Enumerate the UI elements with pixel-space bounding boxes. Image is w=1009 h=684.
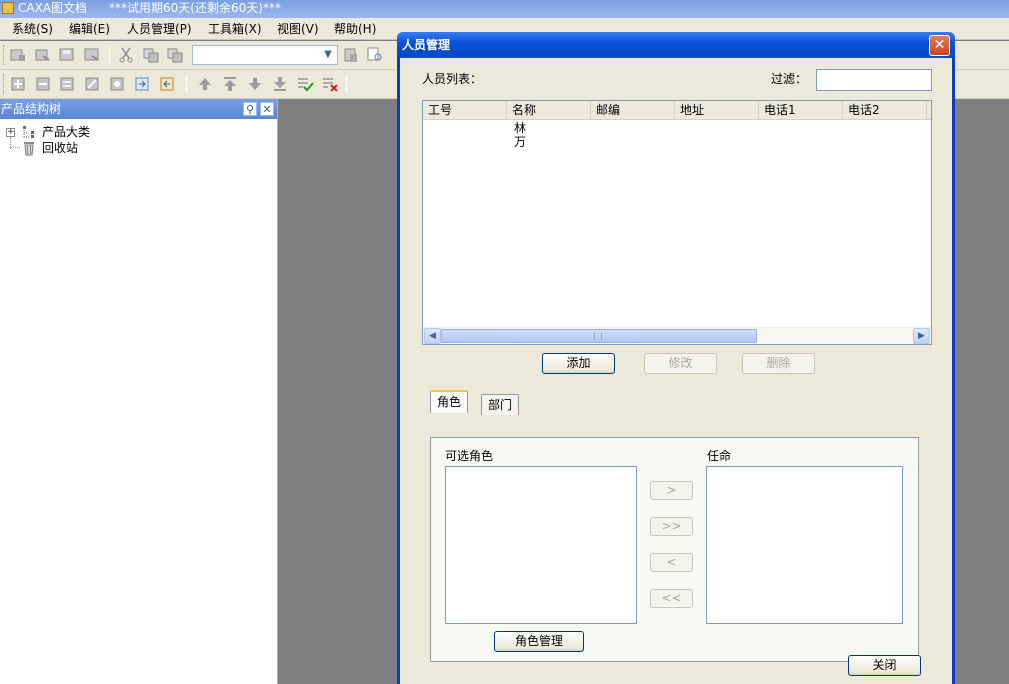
person-list[interactable]: 工号 名称 邮编 地址 电话1 电话2 林 万 ◀ ▶: [422, 100, 932, 345]
tab-department[interactable]: 部门: [481, 394, 520, 415]
move-bottom-icon[interactable]: [271, 75, 289, 93]
unassign-button[interactable]: <: [650, 553, 693, 572]
toolbar-separator: [186, 75, 187, 93]
cell-name: 万: [514, 135, 527, 149]
save-doc-icon[interactable]: [58, 46, 76, 64]
horizontal-scrollbar[interactable]: ◀ ▶: [423, 327, 931, 344]
node-add-icon[interactable]: [9, 75, 27, 93]
dialog-title: 人员管理: [402, 38, 451, 52]
save-as-icon[interactable]: [83, 46, 101, 64]
app-title: CAXA图文档: [18, 1, 88, 15]
person-list-label: 人员列表：: [422, 72, 483, 86]
tree-item-product-category[interactable]: + 产品大类: [0, 124, 120, 140]
tab-role[interactable]: 角色: [430, 390, 469, 413]
tree-panel-header: 产品结构树 ⚲ ✕: [0, 99, 277, 119]
menu-help[interactable]: 帮助(H): [334, 21, 376, 37]
dialog-titlebar[interactable]: 人员管理 ✕: [397, 32, 955, 58]
expand-icon[interactable]: +: [6, 128, 15, 137]
copy-icon[interactable]: [142, 46, 160, 64]
available-roles-label: 可选角色: [445, 449, 494, 463]
move-down-icon[interactable]: [246, 75, 264, 93]
toolbar-separator: [109, 46, 110, 64]
product-tree-panel: 产品结构树 ⚲ ✕ + 产品大类 回收站: [0, 99, 278, 684]
open-doc-icon[interactable]: [34, 46, 52, 64]
personnel-dialog: 人员管理 ✕ 人员列表： 过滤： 工号 名称 邮编 地址 电话1 电话2 林 万: [397, 32, 955, 684]
menu-view[interactable]: 视图(V): [277, 21, 319, 37]
available-roles-list[interactable]: [445, 466, 637, 624]
table-row[interactable]: 林: [423, 122, 931, 136]
column-header-name[interactable]: 名称: [507, 101, 591, 120]
move-top-icon[interactable]: [221, 75, 239, 93]
edit-button[interactable]: 修改: [644, 353, 717, 374]
toolbar-grip[interactable]: [3, 74, 6, 94]
menu-system[interactable]: 系统(S): [12, 21, 53, 37]
menu-toolbox[interactable]: 工具箱(X): [208, 21, 262, 37]
assigned-roles-label: 任命: [707, 449, 732, 463]
column-header-zip[interactable]: 邮编: [591, 101, 675, 120]
filter-input[interactable]: [816, 69, 932, 91]
recycle-bin-icon: [21, 140, 37, 156]
app-titlebar: CAXA图文档 ***试用期60天(还剩余60天)***: [0, 0, 1009, 18]
node-insert-icon[interactable]: [34, 75, 52, 93]
assign-button[interactable]: >: [650, 481, 693, 500]
dialog-body: 人员列表： 过滤： 工号 名称 邮编 地址 电话1 电话2 林 万 ◀ ▶ 添加…: [400, 58, 952, 684]
menu-edit[interactable]: 编辑(E): [69, 21, 110, 37]
role-manage-button[interactable]: 角色管理: [494, 631, 584, 652]
chevron-down-icon[interactable]: ▼: [320, 47, 336, 63]
toolbar-grip[interactable]: [3, 45, 6, 65]
tree-item-label: 回收站: [42, 141, 79, 155]
node-link-icon[interactable]: [108, 75, 126, 93]
scroll-right-icon[interactable]: ▶: [913, 328, 930, 344]
assigned-roles-list[interactable]: [706, 466, 903, 624]
list-header: 工号 名称 邮编 地址 电话1 电话2: [423, 101, 931, 120]
unassign-all-button[interactable]: <<: [650, 589, 693, 608]
pin-icon[interactable]: ⚲: [243, 102, 257, 116]
find-doc-icon[interactable]: [366, 46, 384, 64]
paste-icon[interactable]: [166, 46, 184, 64]
column-header-phone1[interactable]: 电话1: [759, 101, 843, 120]
scrollbar-thumb[interactable]: [441, 329, 757, 343]
filter-label: 过滤：: [771, 72, 808, 86]
table-row[interactable]: 万: [423, 136, 931, 150]
trial-notice: ***试用期60天(还剩余60天)***: [109, 1, 281, 15]
node-export-icon[interactable]: [133, 75, 151, 93]
delete-list-icon[interactable]: [321, 75, 339, 93]
new-doc-icon[interactable]: [9, 46, 27, 64]
category-icon: [22, 125, 36, 139]
cell-name: 林: [514, 121, 527, 135]
clipboard-icon[interactable]: [342, 46, 360, 64]
node-edit-icon[interactable]: [83, 75, 101, 93]
column-header-phone2[interactable]: 电话2: [843, 101, 927, 120]
node-import-icon[interactable]: [158, 75, 176, 93]
dialog-close-button[interactable]: ✕: [929, 35, 950, 56]
add-button[interactable]: 添加: [542, 353, 615, 374]
tree-line: [10, 147, 20, 148]
role-tab-panel: 可选角色 任命 > >> < << 角色管理: [430, 437, 919, 662]
delete-button[interactable]: 删除: [742, 353, 815, 374]
menu-personnel[interactable]: 人员管理(P): [127, 21, 192, 37]
scroll-left-icon[interactable]: ◀: [424, 328, 441, 344]
assign-all-button[interactable]: >>: [650, 517, 693, 536]
toolbar-combo[interactable]: ▼: [192, 45, 338, 65]
cut-icon[interactable]: [117, 46, 135, 64]
column-header-id[interactable]: 工号: [423, 101, 507, 120]
tree-item-recycle-bin[interactable]: 回收站: [0, 140, 120, 156]
toolbar-separator: [346, 75, 347, 93]
app-logo-icon: [2, 2, 14, 14]
tree-panel-title: 产品结构树: [1, 102, 62, 116]
tree-item-label: 产品大类: [42, 124, 91, 140]
check-list-icon[interactable]: [296, 75, 314, 93]
close-icon[interactable]: ✕: [260, 102, 274, 116]
move-up-icon[interactable]: [196, 75, 214, 93]
column-header-address[interactable]: 地址: [675, 101, 759, 120]
node-list-icon[interactable]: [58, 75, 76, 93]
close-button[interactable]: 关闭: [848, 655, 921, 676]
